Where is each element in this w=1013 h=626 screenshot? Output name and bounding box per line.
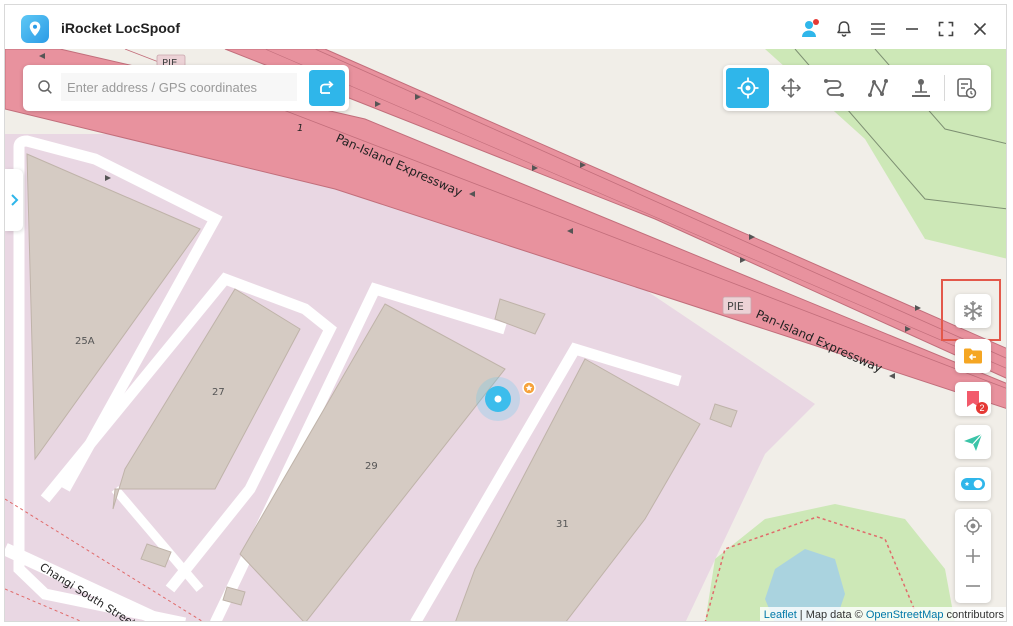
joystick-mode-button[interactable] — [769, 68, 812, 108]
send-button[interactable] — [955, 425, 991, 459]
logo-icon — [21, 15, 49, 43]
building-label: 29 — [365, 461, 378, 472]
snowflake-icon — [963, 301, 983, 321]
zoom-panel — [955, 509, 991, 603]
search-icon — [37, 79, 53, 100]
history-button[interactable] — [945, 68, 988, 108]
pie-shield-label: PIE — [727, 300, 744, 313]
building-label: 25A — [75, 336, 95, 347]
folder-import-icon — [964, 348, 982, 364]
teleport-mode-button[interactable] — [726, 68, 770, 108]
openstreetmap-link[interactable]: OpenStreetMap — [866, 609, 944, 621]
leaflet-link[interactable]: Leaflet — [764, 609, 797, 621]
attribution-separator: | Map data © — [796, 609, 866, 621]
app-title: iRocket LocSpoof — [61, 20, 181, 36]
search-box — [23, 65, 349, 111]
minimize-icon[interactable] — [898, 15, 926, 43]
locate-button[interactable] — [955, 511, 991, 541]
zoom-out-button[interactable] — [955, 571, 991, 601]
app-window: iRocket LocSpoof Pan-Island Expressway P… — [4, 4, 1007, 622]
map-canvas[interactable]: Pan-Island Expressway Pan-Island Express… — [5, 49, 1006, 621]
route-s-icon — [824, 79, 845, 97]
map-layer: Pan-Island Expressway Pan-Island Express… — [5, 49, 1006, 621]
road-number: 1 — [297, 123, 303, 134]
paper-plane-icon — [964, 433, 983, 451]
go-button[interactable] — [309, 70, 345, 106]
search-input[interactable] — [61, 73, 297, 101]
close-icon[interactable] — [966, 15, 994, 43]
toggle-switch-button[interactable] — [955, 467, 991, 501]
mode-toolbar — [723, 65, 991, 111]
crosshair-icon — [737, 77, 759, 99]
map-attribution: Leaflet | Map data © OpenStreetMap contr… — [759, 607, 1006, 621]
attribution-suffix: contributors — [943, 609, 1004, 621]
menu-icon[interactable] — [864, 15, 892, 43]
freeze-button[interactable] — [955, 294, 991, 328]
building-label: 31 — [556, 519, 569, 530]
notification-dot — [813, 19, 819, 25]
redirect-arrow-icon — [320, 80, 334, 94]
user-icon[interactable] — [796, 15, 824, 43]
plus-icon — [966, 549, 980, 563]
bell-icon[interactable] — [830, 15, 858, 43]
toggle-icon — [961, 478, 985, 490]
sidebar-toggle-button[interactable] — [5, 169, 23, 231]
minus-icon — [966, 585, 980, 587]
two-spot-route-button[interactable] — [813, 68, 856, 108]
zoom-in-button[interactable] — [955, 541, 991, 571]
jump-pin-icon — [911, 79, 930, 97]
history-icon — [957, 78, 977, 99]
chevron-right-icon — [11, 194, 19, 206]
title-bar: iRocket LocSpoof — [5, 5, 1006, 49]
locate-target-icon — [964, 517, 982, 535]
favorites-badge: 2 — [976, 402, 988, 414]
multi-spot-route-button[interactable] — [856, 68, 899, 108]
fullscreen-icon[interactable] — [932, 15, 960, 43]
jump-teleport-button[interactable] — [899, 68, 942, 108]
move-arrows-icon — [780, 77, 802, 99]
location-dot — [494, 395, 502, 403]
multi-route-icon — [867, 79, 888, 97]
import-gpx-button[interactable] — [955, 339, 991, 373]
favorites-button[interactable]: 2 — [955, 382, 991, 416]
building-label: 27 — [212, 387, 225, 398]
